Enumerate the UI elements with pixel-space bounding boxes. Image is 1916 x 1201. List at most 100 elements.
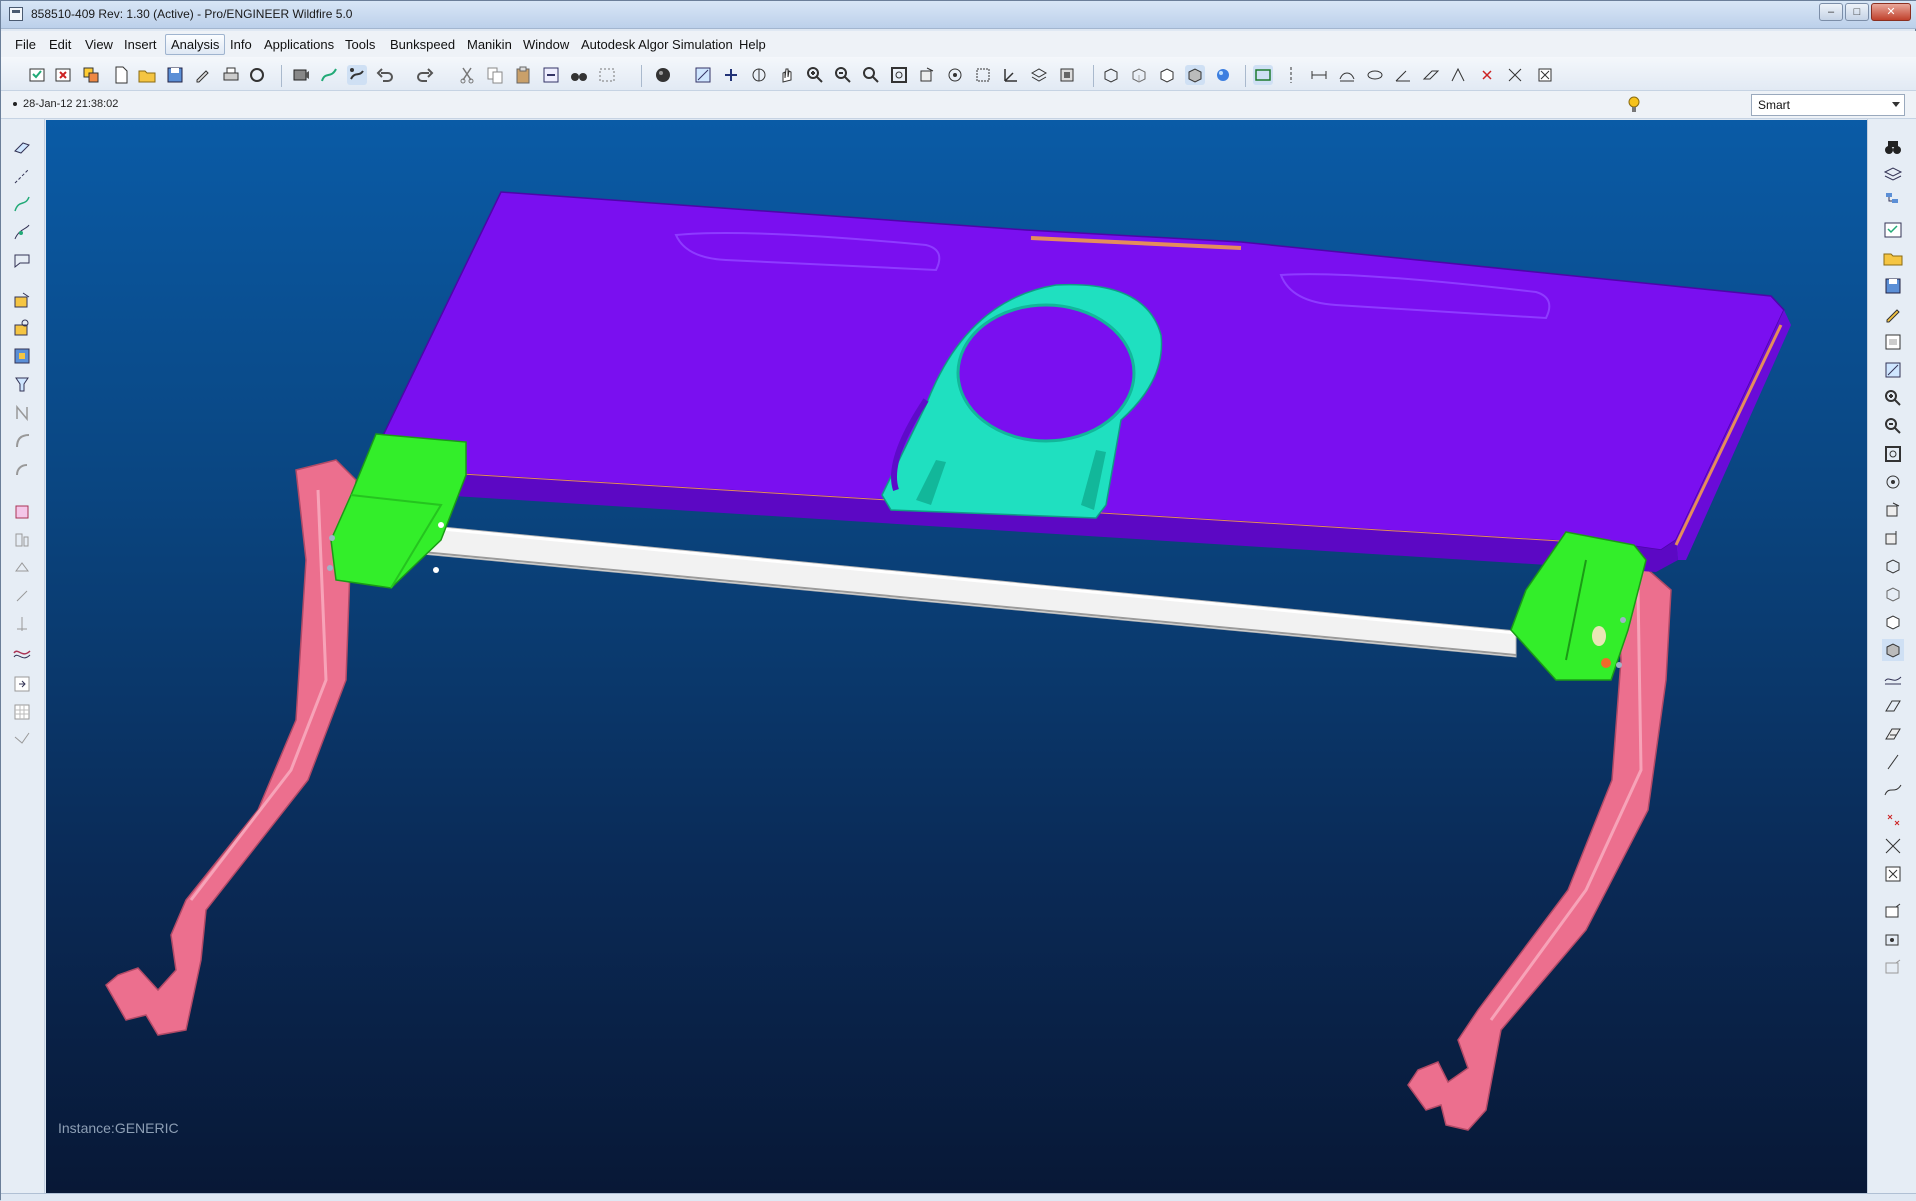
undo-icon[interactable] (375, 65, 395, 85)
no-hidden-icon[interactable] (1157, 65, 1177, 85)
save-file-icon[interactable] (1882, 275, 1904, 297)
layers-tree-icon[interactable] (1882, 163, 1904, 185)
points-side-icon[interactable] (1882, 807, 1904, 829)
select-window-icon[interactable] (27, 65, 47, 85)
menu-manikin[interactable]: Manikin (467, 37, 512, 52)
point-icon[interactable] (1477, 65, 1497, 85)
shading-icon[interactable] (1185, 65, 1205, 85)
saved-views-icon[interactable] (945, 65, 965, 85)
spin-center-icon[interactable] (1882, 471, 1904, 493)
refit-side-icon[interactable] (1882, 443, 1904, 465)
zoom-out-icon[interactable] (833, 65, 853, 85)
search-binoculars-icon[interactable] (1882, 137, 1904, 159)
axis-side-icon[interactable] (1882, 751, 1904, 773)
refit-icon[interactable] (889, 65, 909, 85)
mirror-tool-icon[interactable] (11, 613, 33, 635)
measure-diameter-icon[interactable] (1421, 65, 1441, 85)
new-file-icon[interactable] (111, 65, 131, 85)
extrude-tool-icon[interactable] (11, 289, 33, 311)
copy-icon[interactable] (485, 65, 505, 85)
curve-side-icon[interactable] (1882, 779, 1904, 801)
layers-icon[interactable] (1029, 65, 1049, 85)
menu-analysis[interactable]: Analysis (165, 34, 226, 55)
enhanced-realism-icon[interactable] (1213, 65, 1233, 85)
datum-plane-side-icon[interactable] (1882, 695, 1904, 717)
menu-edit[interactable]: Edit (49, 37, 71, 52)
sketch-curve-icon[interactable] (319, 65, 339, 85)
menu-algor-simulation[interactable]: Autodesk Algor Simulation (581, 37, 733, 52)
measure-angle-icon[interactable] (1393, 65, 1413, 85)
pattern-tool-icon[interactable] (11, 585, 33, 607)
curve-analysis-icon[interactable] (1449, 65, 1469, 85)
menu-window[interactable]: Window (523, 37, 569, 52)
named-views-icon[interactable] (1882, 527, 1904, 549)
rename-icon[interactable] (193, 65, 213, 85)
regenerate-icon[interactable] (81, 65, 101, 85)
email-icon[interactable] (247, 65, 267, 85)
selection-filter-dropdown[interactable]: Smart (1751, 94, 1905, 116)
close-window-icon[interactable] (53, 65, 73, 85)
print-preview-icon[interactable] (1882, 331, 1904, 353)
open-file-icon[interactable] (1882, 247, 1904, 269)
zoom-in-side-icon[interactable] (1882, 387, 1904, 409)
menu-help[interactable]: Help (739, 37, 766, 52)
sweep-tool-icon[interactable] (11, 345, 33, 367)
spin-icon[interactable] (749, 65, 769, 85)
cut-icon[interactable] (457, 65, 477, 85)
menu-file[interactable]: File (15, 37, 36, 52)
shading-side-icon[interactable] (1882, 639, 1904, 661)
dimension-icon[interactable] (1882, 929, 1904, 951)
view-manager-icon[interactable] (973, 65, 993, 85)
reorient-icon[interactable] (917, 65, 937, 85)
select-box-icon[interactable] (597, 65, 617, 85)
zoom-in-icon[interactable] (805, 65, 825, 85)
round-tool-icon[interactable] (11, 429, 33, 451)
coordinate-system-icon[interactable] (1001, 65, 1021, 85)
rib-tool-icon[interactable] (11, 557, 33, 579)
hole-tool-icon[interactable] (11, 401, 33, 423)
minimize-button[interactable]: – (1819, 3, 1843, 21)
note-icon[interactable] (1882, 901, 1904, 923)
insert-here-icon[interactable] (11, 673, 33, 695)
blend-tool-icon[interactable] (11, 373, 33, 395)
csys-side-icon[interactable] (1882, 835, 1904, 857)
annotation-icon[interactable] (1535, 65, 1555, 85)
csys-display-icon[interactable] (1505, 65, 1525, 85)
datum-curve-tool-icon[interactable] (11, 193, 33, 215)
datum-planes-icon[interactable] (1253, 65, 1273, 85)
paste-icon[interactable] (513, 65, 533, 85)
print-icon[interactable] (221, 65, 241, 85)
close-button[interactable]: ✕ (1871, 3, 1911, 21)
model-tree-icon[interactable] (1882, 189, 1904, 211)
table-tool-icon[interactable] (11, 701, 33, 723)
maximize-button[interactable]: □ (1845, 3, 1869, 21)
measure-distance-icon[interactable] (1309, 65, 1329, 85)
datum-axes-icon[interactable] (1281, 65, 1301, 85)
sketch-plane-icon[interactable] (693, 65, 713, 85)
style-tool-icon[interactable] (11, 641, 33, 663)
zoom-window-icon[interactable] (861, 65, 881, 85)
sketch-view-icon[interactable] (1882, 359, 1904, 381)
datum-icon[interactable] (347, 65, 367, 85)
graphics-viewport[interactable]: Instance:GENERIC (46, 120, 1867, 1193)
tolerance-icon[interactable] (1882, 957, 1904, 979)
measure-length-icon[interactable] (1337, 65, 1357, 85)
menu-insert[interactable]: Insert (124, 37, 157, 52)
measure-area-icon[interactable] (1365, 65, 1385, 85)
menu-bunkspeed[interactable]: Bunkspeed (390, 37, 455, 52)
zoom-out-side-icon[interactable] (1882, 415, 1904, 437)
datum-point-tool-icon[interactable] (11, 221, 33, 243)
datum-planes-display-icon[interactable] (1882, 723, 1904, 745)
wireframe-icon[interactable] (1101, 65, 1121, 85)
annotations-side-icon[interactable] (1882, 863, 1904, 885)
render-icon[interactable] (291, 65, 311, 85)
paste-special-icon[interactable] (541, 65, 561, 85)
menu-applications[interactable]: Applications (264, 37, 334, 52)
pan-hand-icon[interactable] (777, 65, 797, 85)
wireframe-side-icon[interactable] (1882, 555, 1904, 577)
datum-axis-tool-icon[interactable] (11, 165, 33, 187)
draft-tool-icon[interactable] (11, 501, 33, 523)
save-icon[interactable] (165, 65, 185, 85)
menu-info[interactable]: Info (230, 37, 252, 52)
sketch-tool-icon[interactable] (11, 249, 33, 271)
